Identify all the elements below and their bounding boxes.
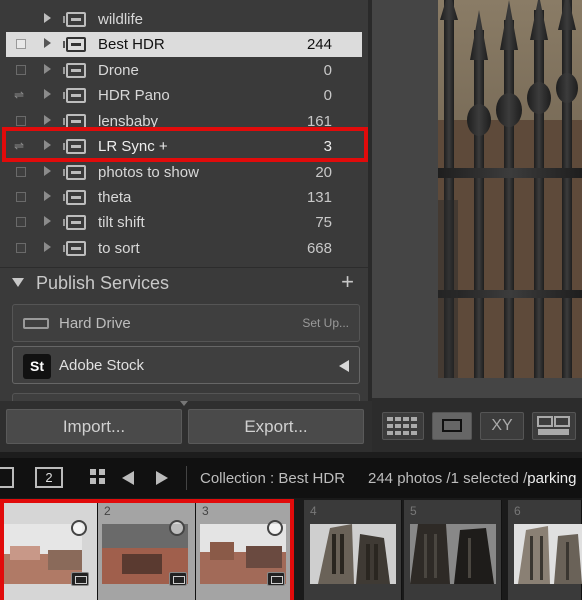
filmstrip-toolbar: 2 Collection : Best HDR 244 photos /1 se… (0, 458, 582, 498)
import-export-bar: Import... Export... (0, 401, 372, 452)
collection-count: 20 (315, 164, 332, 181)
service-hard-drive[interactable]: Hard Drive Set Up... (12, 304, 360, 342)
compare-view-button[interactable] (532, 412, 576, 440)
photo-view-area (372, 0, 582, 398)
expand-triangle-icon (44, 115, 51, 125)
target-checkbox[interactable] (16, 192, 26, 202)
sync-arrows-icon[interactable]: ⇌ (14, 88, 24, 102)
target-checkbox[interactable] (16, 167, 26, 177)
filmstrip-red-highlight-box (0, 499, 294, 600)
set-up-link[interactable]: Set Up... (302, 316, 349, 330)
collection-row-tilt-shift[interactable]: tilt shift 75 (6, 210, 362, 235)
expand-triangle-icon (44, 216, 51, 226)
thumbnail (310, 524, 396, 584)
back-arrow-icon[interactable] (122, 471, 134, 485)
grid-view-button[interactable] (382, 412, 424, 440)
service-adobe-stock[interactable]: St Adobe Stock (12, 346, 360, 384)
collection-row-theta[interactable]: theta 131 (6, 185, 362, 210)
collection-label: photos to show (98, 164, 199, 181)
service-name: Hard Drive (59, 315, 131, 332)
publish-services-title: Publish Services (36, 273, 170, 293)
collection-icon (63, 88, 86, 103)
filmstrip-cell[interactable]: 6 (508, 500, 582, 600)
collection-label: to sort (98, 240, 140, 257)
grid-shortcut-icon[interactable] (90, 469, 106, 485)
collection-count: 668 (306, 240, 332, 257)
collection-label: HDR Pano (98, 87, 170, 104)
thumbnail (410, 524, 496, 584)
service-name: Adobe Stock (59, 357, 145, 374)
service-partial (12, 393, 360, 401)
main-photo (438, 0, 582, 378)
cell-number: 6 (514, 504, 521, 518)
collapse-arrow-icon[interactable] (339, 360, 349, 372)
photo-count-text: 244 photos /1 selected / (368, 470, 528, 487)
collection-icon (63, 165, 86, 180)
filename-text: parking (527, 470, 577, 487)
collection-row-drone[interactable]: Drone 0 (6, 58, 362, 83)
target-checkbox[interactable] (16, 243, 26, 253)
loupe-view-button[interactable] (432, 412, 472, 440)
collection-row-best-hdr[interactable]: Best HDR 244 (6, 32, 362, 57)
survey-view-button[interactable]: XY (480, 412, 524, 440)
collection-count: 244 (306, 36, 332, 53)
collection-label: Drone (98, 62, 139, 79)
target-checkbox[interactable] (16, 217, 26, 227)
filmstrip-cell[interactable]: 4 (304, 500, 402, 600)
expand-triangle-icon[interactable] (44, 13, 51, 23)
collection-icon (63, 190, 86, 205)
collection-row-photos-to-show[interactable]: photos to show 20 (6, 160, 362, 185)
expand-triangle-icon (44, 38, 51, 48)
collection-icon (63, 241, 86, 256)
collection-count: 0 (323, 87, 332, 104)
cell-number: 4 (310, 504, 317, 518)
forward-arrow-icon[interactable] (156, 471, 168, 485)
collection-row-wildlife[interactable]: wildlife (6, 7, 362, 32)
second-window-button[interactable]: 2 (35, 467, 63, 488)
collection-label: wildlife (98, 11, 144, 28)
left-panel: wildlife Best HDR 244 Drone 0 ⇌ HDR Pano… (0, 0, 372, 452)
import-button[interactable]: Import... (6, 409, 182, 444)
collection-count: 131 (306, 189, 332, 206)
collection-icon (63, 37, 86, 52)
grid-icon (387, 417, 417, 435)
divider (186, 466, 187, 490)
photo-count-label: 244 photos /1 selected /parking (368, 470, 576, 487)
add-service-button[interactable]: + (341, 269, 354, 295)
view-mode-toolbar: XY (372, 398, 582, 452)
expand-triangle-icon (44, 89, 51, 99)
loupe-icon (442, 419, 462, 432)
cell-number: 5 (410, 504, 417, 518)
thumbnail (514, 524, 582, 584)
expand-triangle-icon (44, 64, 51, 74)
compare-icon (537, 416, 570, 435)
collection-label: tilt shift (98, 214, 145, 231)
collection-row-to-sort[interactable]: to sort 668 (6, 236, 362, 261)
panel-collapse-grip-icon[interactable] (180, 401, 188, 406)
collection-source-label[interactable]: Collection : Best HDR (200, 470, 345, 487)
export-button[interactable]: Export... (188, 409, 364, 444)
collection-label: theta (98, 189, 132, 206)
filmstrip-cell[interactable]: 5 (404, 500, 502, 600)
screen-1-icon[interactable] (0, 467, 14, 488)
expand-triangle-icon (44, 166, 51, 176)
target-checkbox[interactable] (16, 39, 26, 49)
collection-set-icon (63, 12, 86, 27)
collection-count: 0 (323, 62, 332, 79)
expand-triangle-icon (44, 242, 51, 252)
lightroom-window: wildlife Best HDR 244 Drone 0 ⇌ HDR Pano… (0, 0, 582, 600)
target-checkbox[interactable] (16, 65, 26, 75)
collection-row-hdr-pano[interactable]: ⇌ HDR Pano 0 (6, 83, 362, 108)
collapse-triangle-icon[interactable] (12, 278, 24, 287)
collection-icon (63, 215, 86, 230)
hard-drive-icon (23, 318, 49, 329)
collection-count: 75 (315, 214, 332, 231)
collection-icon (63, 63, 86, 78)
publish-services-header[interactable]: Publish Services + (0, 267, 368, 297)
red-highlight-box (2, 127, 368, 162)
target-checkbox[interactable] (16, 116, 26, 126)
collection-label: Best HDR (98, 36, 165, 53)
adobe-stock-icon: St (23, 354, 51, 379)
expand-triangle-icon (44, 191, 51, 201)
